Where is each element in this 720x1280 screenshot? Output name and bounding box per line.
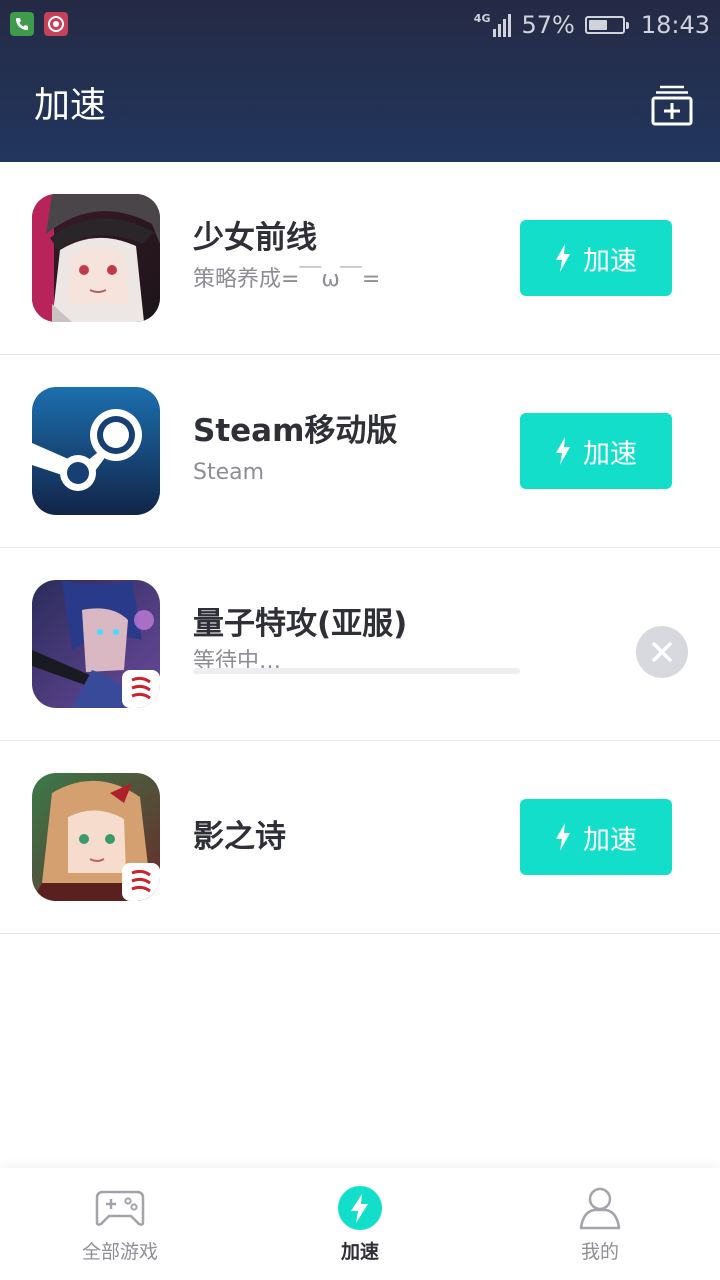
game-item-girls-frontline[interactable]: 少女前线 策略养成=￣ω￣= 加速 [0,162,720,355]
girls-frontline-game-icon [32,194,160,322]
page-title: 加速 [34,85,107,126]
accelerate-label: 加速 [583,245,637,276]
status-right: 4G 57% 18:43 [474,8,710,42]
accelerate-button[interactable]: 加速 [520,413,672,489]
accelerate-progress-bar [193,668,520,674]
battery-level [588,20,608,30]
cancel-accelerate-button[interactable] [636,626,688,678]
top-bar: 4G 57% 18:43 加速 [0,0,720,162]
record-notification-icon [44,12,68,36]
shadowverse-game-icon [32,773,160,901]
person-icon [578,1186,622,1230]
lightning-icon [556,437,570,465]
signal-icon: 4G [474,13,512,37]
game-subtitle: Steam [193,460,265,485]
steam-game-icon [32,387,160,515]
game-name: 少女前线 [193,220,317,256]
battery-icon [584,16,629,34]
add-game-button[interactable] [650,84,694,128]
phone-notification-icon [10,12,34,36]
bottom-nav: 全部游戏 加速 我的 [0,1168,720,1280]
game-list: 少女前线 策略养成=￣ω￣= 加速 Steam移动版 Steam 加速 量子特攻… [0,162,720,934]
nav-all-games[interactable]: 全部游戏 [0,1168,240,1280]
nav-label: 我的 [580,1241,619,1263]
accelerate-label: 加速 [583,824,637,855]
accelerate-button[interactable]: 加速 [520,799,672,875]
quantum-strike-game-icon [32,580,160,708]
lightning-icon [556,244,570,272]
clock: 18:43 [640,11,710,39]
nav-label: 加速 [340,1241,379,1263]
game-item-shadowverse[interactable]: 影之诗 加速 [0,741,720,934]
game-name: Steam移动版 [193,413,398,449]
lightning-icon [338,1186,382,1230]
game-subtitle: 策略养成=￣ω￣= [193,267,381,292]
gamepad-icon [95,1186,145,1230]
nav-label: 全部游戏 [81,1241,158,1263]
nav-accelerate[interactable]: 加速 [240,1168,480,1280]
accelerate-label: 加速 [583,438,637,469]
game-name: 量子特攻(亚服) [193,606,408,642]
accelerate-button[interactable]: 加速 [520,220,672,296]
battery-percent: 57% [521,11,575,39]
close-icon [652,642,672,662]
status-bar: 4G 57% 18:43 [0,0,720,50]
game-name: 影之诗 [193,819,286,855]
nav-profile[interactable]: 我的 [480,1168,720,1280]
network-type: 4G [473,12,491,25]
lightning-icon [556,823,570,851]
game-item-quantum-strike[interactable]: 量子特攻(亚服) 等待中… [0,548,720,741]
add-game-icon [651,85,693,126]
game-item-steam[interactable]: Steam移动版 Steam 加速 [0,355,720,548]
